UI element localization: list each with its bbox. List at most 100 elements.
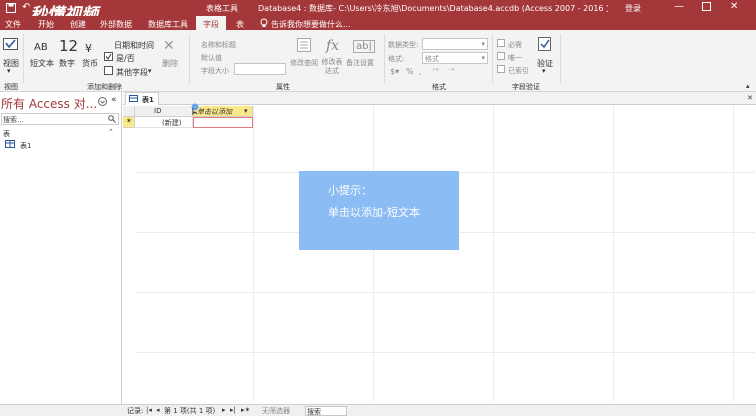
data-type-select[interactable]: ▾ (422, 38, 488, 50)
context-tab-label: 表格工具 (206, 4, 238, 13)
nav-group-tables[interactable]: 表 (3, 129, 10, 139)
indexed-checkbox[interactable] (497, 65, 505, 73)
row-selector-new[interactable]: ✶ (123, 117, 135, 128)
table-icon (5, 140, 15, 148)
chevron-down-icon[interactable]: ▾ (148, 67, 152, 75)
tab-database-tools[interactable]: 数据库工具 (148, 19, 188, 30)
validation-icon[interactable] (538, 37, 552, 52)
chevron-down-icon[interactable]: ▾ (7, 67, 11, 75)
format-label: 格式: (388, 55, 405, 63)
currency-button[interactable]: 货币 (82, 58, 98, 69)
ribbon: 视图 ▾ AB 短文本 12 数字 ¥ 货币 日期和时间 是/否 其他字段 ▾ … (0, 30, 756, 92)
window-title: Database4 : 数据库- C:\Users\冷东旭\Documents\… (258, 4, 608, 13)
modify-expression-button[interactable]: 修改表达式 (321, 58, 343, 76)
view-button[interactable]: 视图 (3, 58, 19, 69)
indexed-label: 已索引 (508, 67, 529, 75)
chevron-down-icon[interactable]: ▾ (542, 67, 546, 75)
tab-strip (123, 92, 756, 105)
tab-file[interactable]: 文件 (5, 19, 21, 30)
save-icon[interactable] (6, 3, 16, 13)
nav-menu-icon[interactable] (98, 97, 107, 106)
delete-button[interactable]: 删除 (162, 58, 178, 69)
nav-pane-title[interactable]: 所有 Access 对... (1, 95, 97, 112)
document-tab-table1[interactable]: 表1 (125, 92, 159, 105)
record-label: 记录: (127, 407, 144, 415)
group-add-delete-label: 添加和删除 (87, 83, 122, 91)
close-doc-icon[interactable]: ✕ (747, 94, 753, 102)
tab-create[interactable]: 创建 (70, 19, 86, 30)
modify-lookup-button[interactable]: 修改查阅 (290, 58, 318, 68)
login-link[interactable]: 登录 (625, 3, 641, 14)
unique-checkbox[interactable] (497, 52, 505, 60)
search-icon[interactable] (108, 115, 116, 123)
group-field-validation-label: 字段验证 (512, 83, 540, 91)
collapse-ribbon-icon[interactable]: ▴ (746, 82, 750, 90)
cell-new-id[interactable]: (新建) (135, 117, 193, 128)
group-view-label: 视图 (4, 83, 18, 91)
field-size-label: 字段大小 (201, 67, 229, 75)
tab-external-data[interactable]: 外部数据 (100, 19, 132, 30)
tip-title: 小提示： (328, 184, 372, 197)
lightbulb-icon (260, 18, 268, 28)
number-button[interactable]: 数字 (59, 58, 75, 69)
more-fields-button[interactable]: 其他字段 (116, 67, 148, 78)
shutter-bar-icon[interactable]: « (111, 95, 117, 105)
delete-icon[interactable]: ✕ (163, 38, 175, 54)
column-header-id[interactable]: ID ▾ (135, 106, 199, 117)
tab-fields[interactable]: 字段 (196, 16, 226, 30)
field-size-input[interactable] (234, 63, 286, 75)
checkbox-yesno[interactable] (104, 52, 113, 61)
navigation-pane: 所有 Access 对... « 搜索... 表 ⌃ 表1 (0, 92, 122, 404)
tell-me-input[interactable]: 告诉我你想要做什么... (271, 19, 351, 30)
new-record-nav-icon[interactable]: ▸✶ (241, 406, 250, 414)
currency-format-icon[interactable]: $▾ (390, 67, 399, 76)
required-label: 必需 (508, 41, 522, 49)
first-record-icon[interactable]: |◂ (146, 406, 152, 414)
currency-icon: ¥ (85, 42, 92, 55)
nav-search-input[interactable]: 搜索... (1, 113, 119, 125)
default-value-button[interactable]: 默认值 (201, 53, 222, 63)
nav-item-table1[interactable]: 表1 (20, 141, 31, 151)
increase-decimals-icon[interactable]: ⁺⁰ (432, 67, 439, 75)
format-select[interactable]: 格式 ▾ (422, 52, 488, 64)
comma-style-icon[interactable]: , (419, 68, 421, 76)
datetime-button[interactable]: 日期和时间 (114, 40, 154, 51)
row-selector-header (123, 106, 135, 117)
group-properties-label: 属性 (276, 83, 290, 91)
percent-icon[interactable]: % (406, 67, 414, 76)
tab-table[interactable]: 表 (236, 19, 244, 30)
column-header-add[interactable]: 单击以添加 ▾ (193, 106, 253, 117)
number-icon: 12 (59, 37, 79, 55)
close-icon[interactable]: ✕ (730, 1, 738, 12)
collapse-group-icon[interactable]: ⌃ (108, 128, 114, 136)
tip-body: 单击以添加-短文本 (328, 206, 420, 219)
maximize-icon[interactable] (702, 2, 711, 11)
next-record-icon[interactable]: ▸ (222, 406, 226, 414)
cell-new-add[interactable] (193, 117, 253, 128)
view-icon[interactable] (3, 37, 19, 51)
cursor-icon (191, 103, 199, 115)
decrease-decimals-icon[interactable]: ⁻⁰ (448, 67, 455, 75)
last-record-icon[interactable]: ▸| (230, 406, 236, 414)
unique-label: 唯一 (508, 54, 522, 62)
prev-record-icon[interactable]: ◂ (156, 406, 160, 414)
name-caption-button[interactable]: 名称和标题 (201, 40, 236, 50)
table-icon (129, 95, 138, 102)
memo-settings-button[interactable]: 备注设置 (346, 58, 374, 68)
data-type-label: 数据类型: (388, 41, 419, 49)
record-navigation-bar: 记录: |◂ ◂ 第 1 项(共 1 项) ▸ ▸| ▸✶ 无筛选器 搜索 (0, 404, 756, 416)
modify-lookup-icon (297, 38, 311, 52)
more-fields-icon (104, 66, 113, 75)
tab-home[interactable]: 开始 (38, 19, 54, 30)
minimize-icon[interactable]: — (674, 1, 684, 12)
ribbon-tabs: 文件 开始 创建 外部数据 数据库工具 字段 表 告诉我你想要做什么... (0, 16, 756, 30)
group-formatting-label: 格式 (432, 83, 446, 91)
yesno-button[interactable]: 是/否 (116, 53, 135, 64)
record-position[interactable]: 第 1 项(共 1 项) (164, 406, 215, 416)
filter-status[interactable]: 无筛选器 (262, 406, 290, 416)
chevron-down-icon[interactable]: ▾ (244, 107, 248, 115)
status-search-input[interactable]: 搜索 (305, 406, 347, 416)
required-checkbox[interactable] (497, 39, 505, 47)
short-text-button[interactable]: 短文本 (30, 58, 54, 69)
title-bar: ↶ 秒懂视频 表格工具 Database4 : 数据库- C:\Users\冷东… (0, 0, 756, 25)
